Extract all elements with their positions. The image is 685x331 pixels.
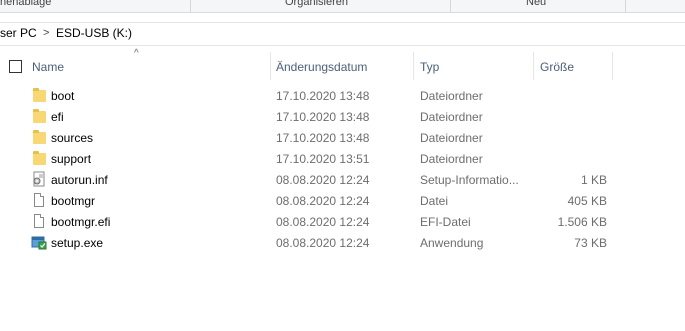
folder-icon — [31, 87, 47, 103]
column-separator[interactable] — [612, 52, 613, 80]
file-size: 73 KB — [574, 236, 607, 250]
ribbon-group-clipboard: nenablage — [0, 0, 52, 8]
file-name: bootmgr — [51, 194, 96, 208]
file-name: sources — [51, 131, 94, 145]
file-name: boot — [51, 89, 75, 103]
column-header-size[interactable]: Größe — [540, 60, 574, 74]
file-type: Setup-Informatio... — [420, 173, 519, 187]
breadcrumb-this-pc[interactable]: ser PC — [0, 26, 37, 40]
file-size: 1.506 KB — [557, 215, 607, 229]
list-item[interactable]: support 17.10.2020 13:51 Dateiordner — [0, 148, 685, 169]
ribbon-separator — [625, 0, 626, 12]
file-icon — [31, 213, 47, 229]
file-name: bootmgr.efi — [51, 215, 111, 229]
list-item[interactable]: setup.exe 08.08.2020 12:24 Anwendung 73 … — [0, 232, 685, 253]
ribbon-group-labels: nenablage Organisieren Neu — [0, 0, 685, 13]
file-date: 17.10.2020 13:51 — [276, 152, 370, 166]
file-type: Dateiordner — [420, 152, 483, 166]
list-item[interactable]: efi 17.10.2020 13:48 Dateiordner — [0, 106, 685, 127]
folder-icon — [31, 150, 47, 166]
column-header-name[interactable]: Name — [32, 60, 64, 74]
file-type: Dateiordner — [420, 131, 483, 145]
file-icon — [31, 192, 47, 208]
file-size: 405 KB — [567, 194, 607, 208]
column-header-type[interactable]: Typ — [420, 60, 439, 74]
list-item[interactable]: bootmgr.efi 08.08.2020 12:24 EFI-Datei 1… — [0, 211, 685, 232]
column-separator[interactable] — [533, 52, 534, 80]
list-item[interactable]: bootmgr 08.08.2020 12:24 Datei 405 KB — [0, 190, 685, 211]
breadcrumb-chevron-icon[interactable]: > — [43, 27, 49, 39]
file-name: support — [51, 152, 92, 166]
file-date: 08.08.2020 12:24 — [276, 194, 370, 208]
file-date: 17.10.2020 13:48 — [276, 131, 370, 145]
file-type: Dateiordner — [420, 110, 483, 124]
ribbon-group-new: Neu — [526, 0, 547, 8]
ribbon-separator — [450, 0, 451, 12]
file-date: 08.08.2020 12:24 — [276, 215, 370, 229]
setup-exe-icon — [31, 234, 47, 250]
list-item[interactable]: boot 17.10.2020 13:48 Dateiordner — [0, 85, 685, 106]
file-date: 08.08.2020 12:24 — [276, 236, 370, 250]
file-type: Datei — [420, 194, 449, 208]
folder-icon — [31, 108, 47, 124]
file-name: setup.exe — [51, 236, 104, 250]
file-date: 17.10.2020 13:48 — [276, 110, 370, 124]
file-date: 17.10.2020 13:48 — [276, 89, 370, 103]
folder-icon — [31, 129, 47, 145]
column-header: ^ Name Änderungsdatum Typ Größe — [0, 48, 685, 80]
file-type: Dateiordner — [420, 89, 483, 103]
file-type: Anwendung — [420, 236, 484, 250]
file-name: efi — [51, 110, 64, 124]
file-type: EFI-Datei — [420, 215, 471, 229]
ribbon-group-organize: Organisieren — [285, 0, 348, 8]
column-header-date[interactable]: Änderungsdatum — [276, 60, 367, 74]
file-date: 08.08.2020 12:24 — [276, 173, 370, 187]
file-name: autorun.inf — [51, 173, 108, 187]
ribbon-separator — [190, 0, 191, 12]
sort-ascending-icon: ^ — [134, 48, 139, 59]
address-bar[interactable]: ser PC > ESD-USB (K:) — [0, 22, 685, 46]
list-item[interactable]: autorun.inf 08.08.2020 12:24 Setup-Infor… — [0, 169, 685, 190]
breadcrumb-esd-usb[interactable]: ESD-USB (K:) — [56, 26, 132, 40]
list-item[interactable]: sources 17.10.2020 13:48 Dateiordner — [0, 127, 685, 148]
column-separator[interactable] — [270, 52, 271, 80]
column-separator[interactable] — [413, 52, 414, 80]
select-all-checkbox[interactable] — [9, 60, 22, 73]
file-size: 1 KB — [580, 173, 607, 187]
setup-info-icon — [31, 171, 47, 187]
